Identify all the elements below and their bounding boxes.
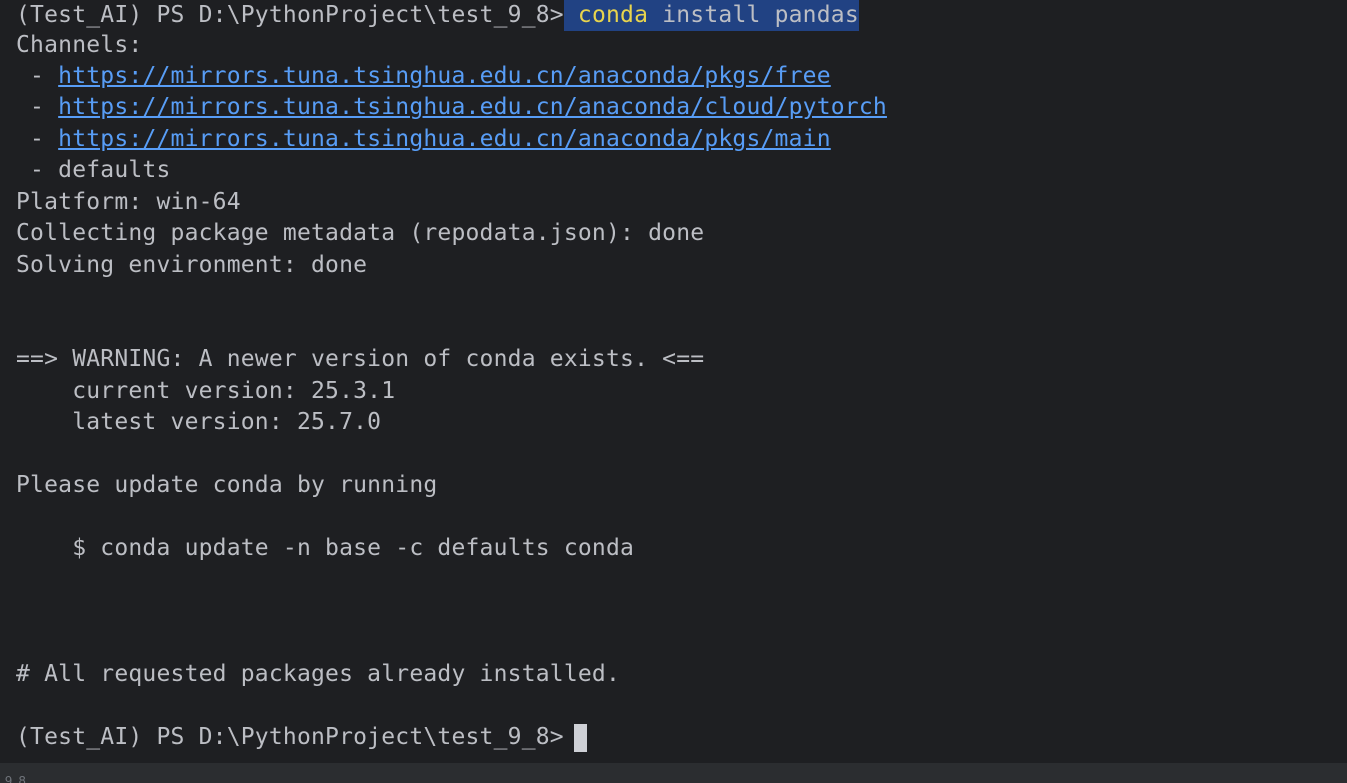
status-bar: t_9_8 xyxy=(0,763,1347,783)
collecting-line: Collecting package metadata (repodata.js… xyxy=(16,220,705,246)
installed-line: # All requested packages already install… xyxy=(16,661,621,687)
channel-link-pytorch[interactable]: https://mirrors.tuna.tsinghua.edu.cn/ana… xyxy=(58,94,887,120)
command-args: install pandas xyxy=(648,2,859,28)
command-word: conda xyxy=(577,2,649,28)
channel-bullet: - xyxy=(16,126,59,152)
channel-item: - https://mirrors.tuna.tsinghua.edu.cn/a… xyxy=(16,61,831,92)
text-cursor xyxy=(573,723,587,752)
please-update-line: Please update conda by running xyxy=(16,472,438,498)
terminal-window[interactable]: (Test_AI) PS D:\PythonProject\test_9_8> … xyxy=(0,0,1347,763)
channel-link-free[interactable]: https://mirrors.tuna.tsinghua.edu.cn/ana… xyxy=(58,63,831,89)
current-version-line: current version: 25.3.1 xyxy=(16,378,396,404)
status-bar-text: t_9_8 xyxy=(0,774,26,783)
latest-version-line: latest version: 25.7.0 xyxy=(16,409,382,435)
channel-link-main[interactable]: https://mirrors.tuna.tsinghua.edu.cn/ana… xyxy=(58,126,831,152)
warning-line: ==> WARNING: A newer version of conda ex… xyxy=(16,346,705,372)
solving-line: Solving environment: done xyxy=(16,252,368,278)
prompt: (Test_AI) PS D:\PythonProject\test_9_8> xyxy=(16,2,564,28)
channels-header: Channels: xyxy=(16,32,143,58)
channel-bullet: - xyxy=(16,94,59,120)
selected-command[interactable]: conda install pandas xyxy=(563,0,859,31)
update-command-line: $ conda update -n base -c defaults conda xyxy=(16,535,635,561)
final-prompt: (Test_AI) PS D:\PythonProject\test_9_8> xyxy=(16,724,564,750)
channel-default: - defaults xyxy=(16,157,171,183)
platform-line: Platform: win-64 xyxy=(16,189,241,215)
channel-item: - https://mirrors.tuna.tsinghua.edu.cn/a… xyxy=(16,92,887,123)
final-prompt-line[interactable]: (Test_AI) PS D:\PythonProject\test_9_8> xyxy=(16,722,587,753)
channel-bullet: - xyxy=(16,63,59,89)
command-line: (Test_AI) PS D:\PythonProject\test_9_8> … xyxy=(16,0,859,31)
channel-item: - https://mirrors.tuna.tsinghua.edu.cn/a… xyxy=(16,124,831,155)
